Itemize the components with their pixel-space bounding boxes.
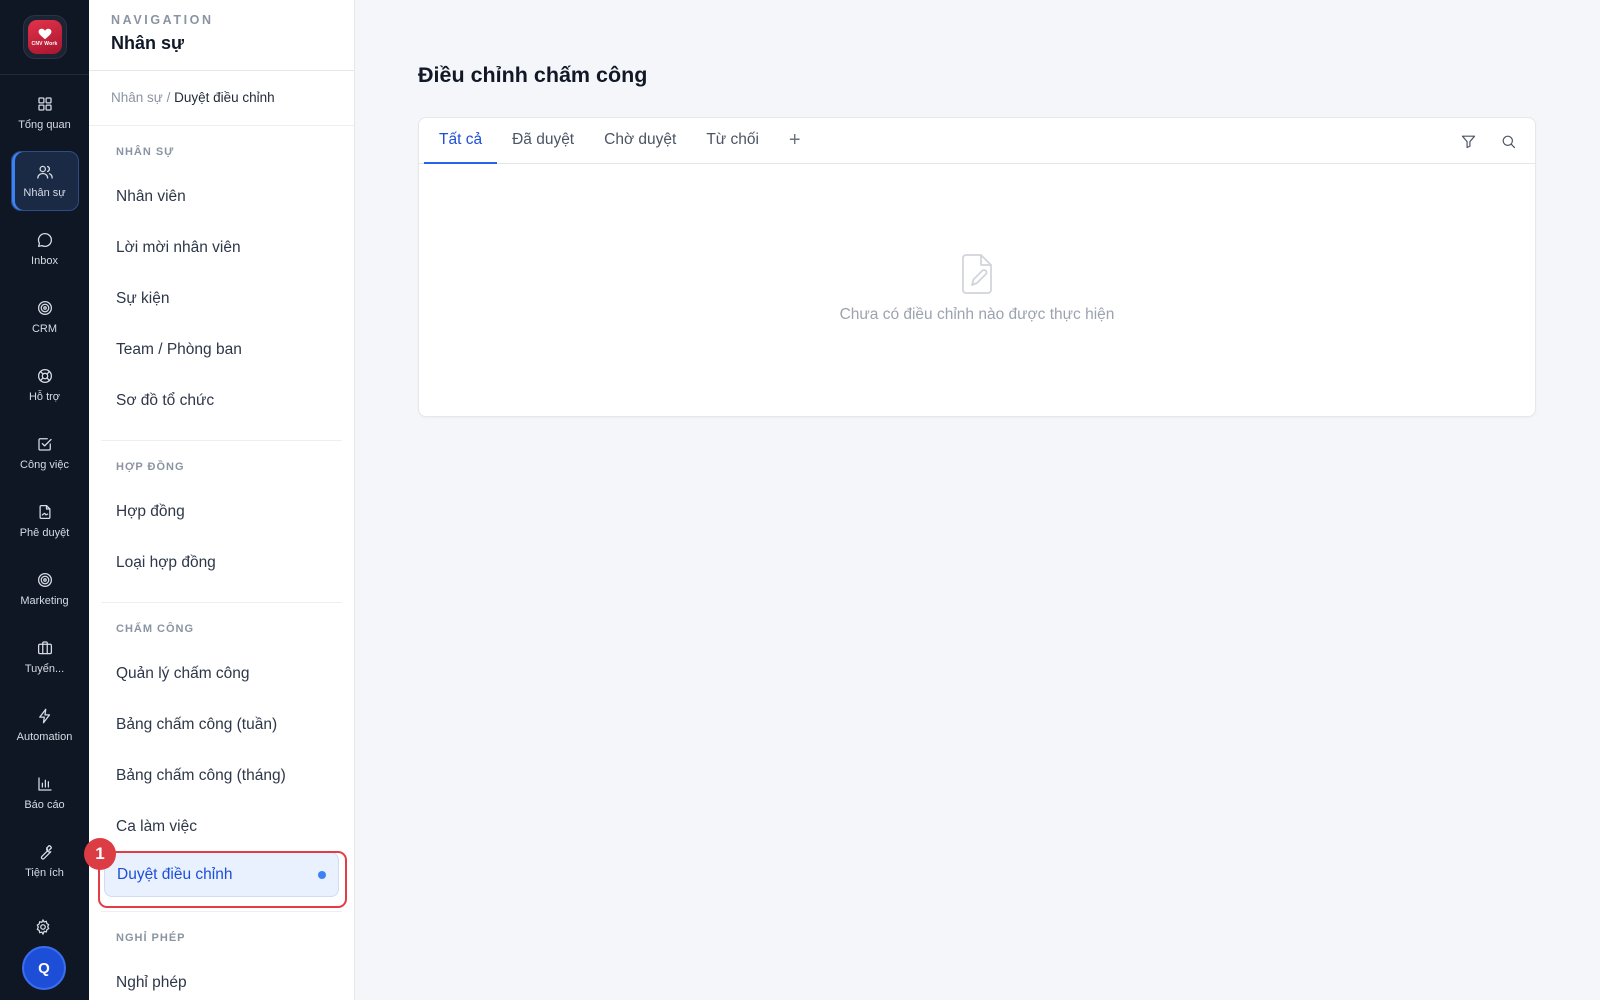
- heart-icon: [38, 28, 51, 39]
- section-label: HỢP ĐỒNG: [116, 461, 185, 473]
- nav-item-hop-dong[interactable]: Hợp đồng: [101, 486, 342, 537]
- main-content: Điều chỉnh chấm công Tất cả Đã duyệt Chờ…: [355, 0, 1600, 1000]
- wrench-icon: [40, 844, 52, 860]
- nav-item-bang-cham-cong-thang[interactable]: Bảng chấm công (tháng): [101, 750, 342, 801]
- target-icon: [37, 572, 52, 588]
- nav-item-ca-lam-viec[interactable]: Ca làm việc: [101, 801, 342, 852]
- rail-item-label: Tiện ích: [25, 867, 64, 879]
- rail-item-tien-ich[interactable]: Tiện ích: [11, 831, 79, 891]
- rail-item-label: Marketing: [20, 595, 69, 607]
- lifebuoy-icon: [37, 368, 52, 384]
- rail-item-label: CRM: [31, 323, 58, 335]
- users-icon: [36, 165, 53, 179]
- avatar[interactable]: Q: [22, 946, 66, 990]
- rail-item-tuyen-dung[interactable]: Tuyển...: [11, 627, 79, 687]
- breadcrumb: Nhân sự / Duyệt điều chỉnh: [89, 71, 354, 126]
- breadcrumb-current: Duyệt điều chỉnh: [174, 90, 275, 105]
- nav-section-cham-cong: CHẤM CÔNG Quản lý chấm công Bảng chấm cô…: [89, 603, 354, 897]
- rail-item-bao-cao[interactable]: Báo cáo: [11, 763, 79, 823]
- page-title: Điều chỉnh chấm công: [418, 63, 648, 87]
- rail-item-automation[interactable]: Automation: [11, 695, 79, 755]
- nav-section-hop-dong: HỢP ĐỒNG Hợp đồng Loại hợp đồng: [89, 441, 354, 588]
- tab-da-duyet[interactable]: Đã duyệt: [497, 118, 589, 164]
- tab-cho-duyet[interactable]: Chờ duyệt: [589, 118, 691, 164]
- breadcrumb-separator: /: [162, 90, 175, 105]
- filter-icon: [1461, 135, 1475, 148]
- rail-item-label: Tuyển...: [24, 663, 65, 675]
- rail-item-label: Nhân sự: [23, 187, 66, 199]
- logo-text: CNV Work: [31, 40, 58, 47]
- tab-tools: [1455, 118, 1521, 164]
- checkbox-icon: [37, 438, 52, 451]
- nav-item-team-phong-ban[interactable]: Team / Phòng ban: [101, 324, 342, 375]
- empty-state-text: Chưa có điều chỉnh nào được thực hiện: [839, 306, 1115, 323]
- rail-item-label: Automation: [16, 731, 73, 743]
- file-sign-icon: [38, 504, 51, 520]
- tab-bar: Tất cả Đã duyệt Chờ duyệt Từ chối +: [419, 118, 1535, 164]
- rail-item-label: Hỗ trợ: [28, 391, 61, 403]
- rail-item-marketing[interactable]: Marketing: [11, 559, 79, 619]
- navigation-panel: NAVIGATION Nhân sự Nhân sự / Duyệt điều …: [89, 0, 355, 1000]
- rail-item-label: Tổng quan: [18, 119, 71, 131]
- nav-section-nhan-su: NHÂN SỰ Nhân viên Lời mời nhân viên Sự k…: [89, 126, 354, 426]
- bolt-icon: [38, 708, 50, 724]
- empty-file-icon: [962, 254, 992, 294]
- app-logo[interactable]: CNV Work: [22, 15, 67, 59]
- settings-button[interactable]: [34, 918, 54, 938]
- filter-button[interactable]: [1455, 128, 1481, 154]
- tab-tu-choi[interactable]: Từ chối: [691, 118, 774, 164]
- empty-state: Chưa có điều chỉnh nào được thực hiện: [419, 164, 1535, 416]
- rail-item-label: Báo cáo: [24, 799, 65, 811]
- nav-item-su-kien[interactable]: Sự kiện: [101, 273, 342, 324]
- active-indicator-dot: [318, 870, 326, 879]
- rail-item-inbox[interactable]: Inbox: [11, 219, 79, 279]
- grid-icon: [37, 97, 52, 111]
- nav-item-label: Duyệt điều chỉnh: [117, 865, 233, 883]
- nav-item-so-do-to-chuc[interactable]: Sơ đồ tổ chức: [101, 375, 342, 426]
- adjustments-card: Tất cả Đã duyệt Chờ duyệt Từ chối + Chưa…: [418, 117, 1536, 417]
- rail-item-ho-tro[interactable]: Hỗ trợ: [11, 355, 79, 415]
- nav-title: Nhân sự: [111, 33, 185, 53]
- annotation-marker: 1: [84, 838, 116, 870]
- rail-item-label: Phê duyệt: [19, 527, 70, 539]
- search-button[interactable]: [1495, 128, 1521, 154]
- rail-item-label: Công việc: [20, 459, 69, 471]
- nav-item-nghi-phep[interactable]: Nghỉ phép: [101, 957, 342, 1000]
- target-icon: [37, 300, 52, 316]
- breadcrumb-parent[interactable]: Nhân sự: [111, 90, 163, 105]
- rail-item-phe-duyet[interactable]: Phê duyệt: [11, 491, 79, 551]
- logo-area: CNV Work: [0, 0, 89, 75]
- app-logo-mark: CNV Work: [27, 20, 62, 54]
- nav-section-nghi-phep: NGHỈ PHÉP Nghỉ phép: [89, 912, 354, 1000]
- tab-tat-ca[interactable]: Tất cả: [424, 118, 498, 164]
- nav-item-loai-hop-dong[interactable]: Loại hợp đồng: [101, 537, 342, 588]
- search-icon: [1502, 135, 1515, 148]
- nav-header: NAVIGATION Nhân sự: [89, 0, 354, 71]
- nav-item-loi-moi-nhan-vien[interactable]: Lời mời nhân viên: [101, 222, 342, 273]
- rail-menu: Tổng quan Nhân sự Inbox CRM Hỗ trợ Công …: [10, 83, 79, 899]
- section-label: CHẤM CÔNG: [116, 623, 195, 635]
- rail-item-tong-quan[interactable]: Tổng quan: [11, 83, 79, 143]
- section-label: NHÂN SỰ: [116, 146, 175, 158]
- icon-rail: CNV Work Tổng quan Nhân sự Inbox CRM Hỗ …: [0, 0, 89, 1000]
- section-label: NGHỈ PHÉP: [116, 932, 186, 944]
- nav-item-quan-ly-cham-cong[interactable]: Quản lý chấm công: [101, 648, 342, 699]
- bar-chart-icon: [37, 777, 52, 791]
- rail-item-nhan-su[interactable]: Nhân sự: [10, 151, 79, 211]
- chat-icon: [37, 232, 52, 248]
- nav-item-nhan-vien[interactable]: Nhân viên: [101, 171, 342, 222]
- nav-kicker: NAVIGATION: [111, 13, 214, 27]
- gear-icon: [36, 918, 50, 936]
- nav-item-bang-cham-cong-tuan[interactable]: Bảng chấm công (tuần): [101, 699, 342, 750]
- rail-item-label: Inbox: [31, 255, 58, 267]
- add-tab-button[interactable]: +: [774, 118, 816, 163]
- nav-item-duyet-dieu-chinh[interactable]: Duyệt điều chỉnh: [104, 852, 339, 897]
- rail-item-crm[interactable]: CRM: [11, 287, 79, 347]
- briefcase-icon: [37, 641, 52, 655]
- rail-item-cong-viec[interactable]: Công việc: [11, 423, 79, 483]
